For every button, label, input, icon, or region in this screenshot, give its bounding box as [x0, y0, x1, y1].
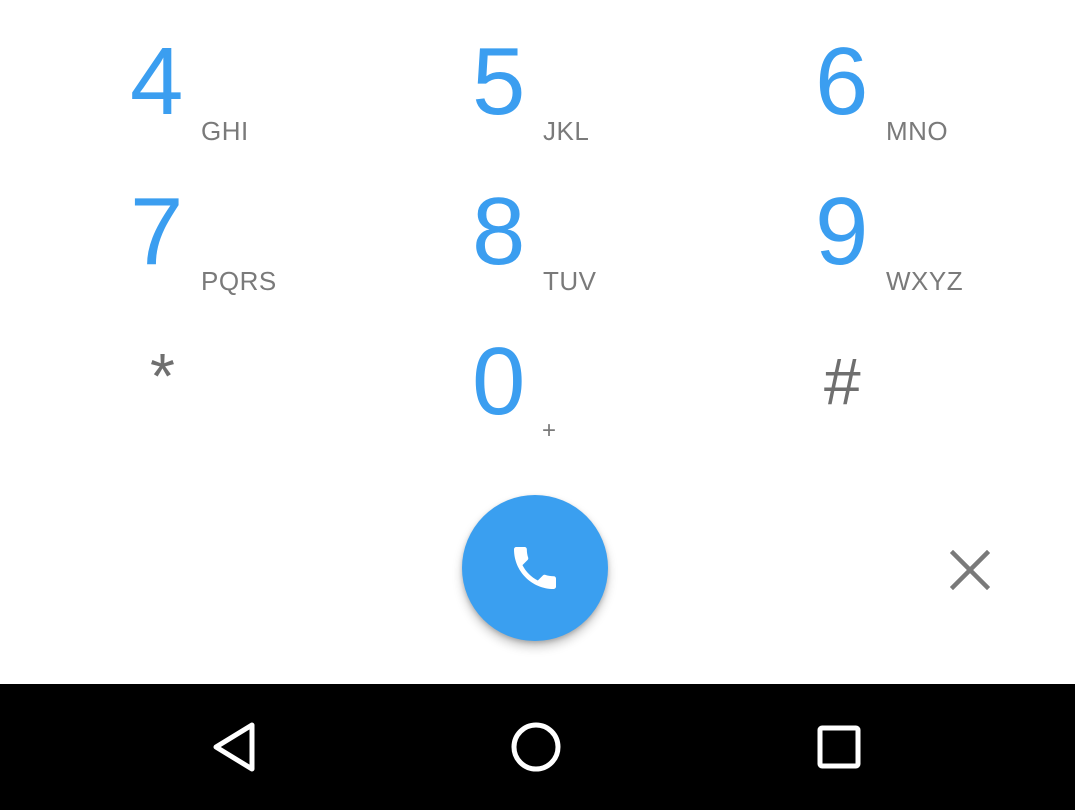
navigation-bar [0, 684, 1075, 810]
close-icon [950, 550, 990, 590]
delete-button[interactable] [930, 530, 1010, 610]
key-digit: * [150, 340, 175, 412]
key-digit: 9 [815, 178, 869, 285]
home-circle-icon [508, 719, 564, 775]
phone-icon [507, 540, 563, 596]
key-6[interactable]: 6 MNO [815, 34, 1075, 164]
key-letters: TUV [543, 266, 597, 296]
home-button[interactable] [494, 705, 578, 789]
key-9[interactable]: 9 WXYZ [815, 184, 1075, 314]
key-7[interactable]: 7 PQRS [130, 184, 430, 314]
key-5[interactable]: 5 JKL [472, 34, 772, 164]
key-letters: JKL [543, 116, 590, 146]
key-digit: 7 [130, 178, 184, 285]
key-digit: 0 [472, 328, 526, 435]
key-letters: MNO [886, 116, 949, 146]
key-8[interactable]: 8 TUV [472, 184, 772, 314]
key-star[interactable]: * [130, 334, 430, 464]
back-triangle-icon [206, 719, 262, 775]
key-hash[interactable]: # [815, 334, 1075, 464]
key-4[interactable]: 4 GHI [130, 34, 430, 164]
recents-button[interactable] [797, 705, 881, 789]
key-digit: 5 [472, 28, 526, 135]
key-letters: GHI [201, 116, 249, 146]
back-button[interactable] [192, 705, 276, 789]
key-digit: 8 [472, 178, 526, 285]
dialpad: 4 GHI 5 JKL 6 MNO 7 PQRS 8 TUV 9 WXYZ * [0, 0, 1075, 684]
key-digit: 4 [130, 28, 184, 135]
key-digit: # [823, 344, 860, 418]
call-button[interactable] [462, 495, 608, 641]
dialer-screen: 4 GHI 5 JKL 6 MNO 7 PQRS 8 TUV 9 WXYZ * [0, 0, 1075, 810]
key-0[interactable]: 0 + [472, 334, 772, 464]
key-letters: WXYZ [886, 266, 964, 296]
key-letters: PQRS [201, 266, 277, 296]
key-digit: 6 [815, 28, 869, 135]
recents-square-icon [811, 719, 867, 775]
key-letters: + [542, 417, 557, 444]
